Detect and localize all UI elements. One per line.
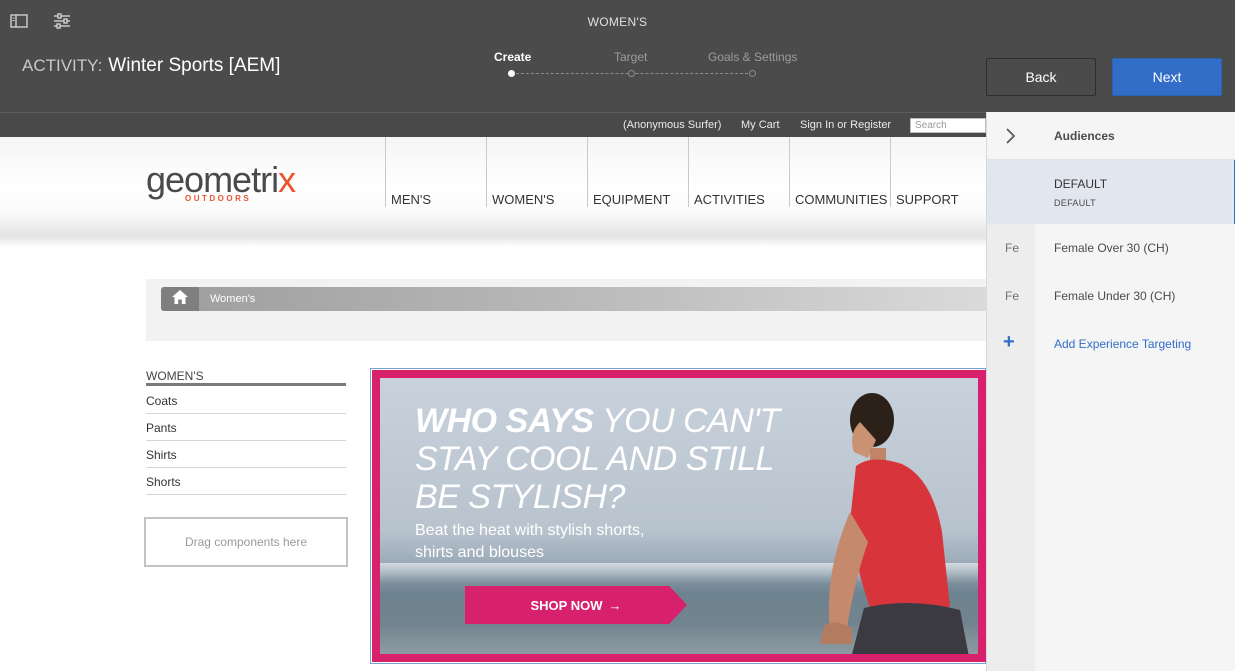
page-title: WOMEN'S <box>587 15 648 29</box>
anonymous-surfer-link[interactable]: (Anonymous Surfer) <box>623 119 721 131</box>
nav-support-label: SUPPORT <box>896 192 959 207</box>
nav-activities-label: ACTIVITIES <box>694 192 765 207</box>
audience-default-experience: DEFAULT <box>1054 198 1096 208</box>
home-icon <box>172 289 188 309</box>
nav-activities[interactable]: ACTIVITIES <box>688 137 789 207</box>
hero-banner[interactable]: WHO SAYS YOU CAN'T STAY COOL AND STILL B… <box>372 370 986 662</box>
activity-title: ACTIVITY: Winter Sports [AEM] <box>22 55 280 77</box>
hero-headline-line3: BE STYLISH? <box>415 478 625 516</box>
geometrixx-logo[interactable]: geometrix OUTDOORS <box>146 159 296 204</box>
breadcrumb <box>161 287 986 311</box>
chevron-right-icon[interactable] <box>1005 126 1017 151</box>
nav-communities[interactable]: COMMUNITIES <box>789 137 890 207</box>
step-goals-settings[interactable]: Goals & Settings <box>708 50 797 64</box>
hero-headline-bold: WHO SAYS <box>415 402 594 440</box>
sidenav-item-coats[interactable]: Coats <box>146 387 346 414</box>
audience-abbr: Fe <box>1005 289 1020 303</box>
audiences-header[interactable]: Audiences <box>987 112 1235 160</box>
nav-mens-label: MEN'S <box>391 192 432 207</box>
audience-default[interactable]: DEFAULT DEFAULT <box>987 160 1235 224</box>
arrow-right-icon: → <box>608 597 622 613</box>
add-experience-targeting[interactable]: + Add Experience Targeting <box>987 320 1235 368</box>
logo-x: x <box>278 159 296 200</box>
hero-headline-line2: STAY COOL AND STILL <box>415 440 774 478</box>
audience-name: Female Under 30 (CH) <box>1054 289 1176 303</box>
shop-now-button[interactable]: SHOP NOW → <box>465 586 687 624</box>
woman-sitting-image <box>820 393 969 654</box>
breadcrumb-current[interactable]: Women's <box>210 293 255 305</box>
site-search-input[interactable] <box>910 118 986 133</box>
hero-headline-rest: YOU CAN'T <box>593 402 780 440</box>
next-button[interactable]: Next <box>1112 58 1222 96</box>
logo-tagline: OUTDOORS <box>185 194 252 203</box>
sidenav-item-shirts[interactable]: Shirts <box>146 441 346 468</box>
activity-name: Winter Sports [AEM] <box>108 55 281 76</box>
nav-mens[interactable]: MEN'S <box>385 137 486 207</box>
activity-label: ACTIVITY: <box>22 56 103 75</box>
shop-now-label: SHOP NOW <box>530 597 603 613</box>
my-cart-link[interactable]: My Cart <box>741 119 780 131</box>
sidenav-item-shorts[interactable]: Shorts <box>146 468 346 495</box>
audience-female-over-30[interactable]: Fe Female Over 30 (CH) <box>987 224 1235 272</box>
audience-name: Female Over 30 (CH) <box>1054 241 1169 255</box>
audiences-title: Audiences <box>1054 129 1115 143</box>
step-dot-target <box>628 70 635 77</box>
nav-communities-label: COMMUNITIES <box>795 192 888 207</box>
add-experience-targeting-label: Add Experience Targeting <box>1054 337 1192 351</box>
step-dot-goals <box>749 70 756 77</box>
audiences-panel: Audiences DEFAULT DEFAULT Fe Female Over… <box>986 112 1235 671</box>
step-create[interactable]: Create <box>494 50 531 64</box>
editor-toolbar: WOMEN'S ACTIVITY: Winter Sports [AEM] Cre… <box>0 0 1235 112</box>
step-dot-create <box>508 70 515 77</box>
step-target[interactable]: Target <box>614 50 647 64</box>
sidenav-item-pants[interactable]: Pants <box>146 414 346 441</box>
component-drop-zone[interactable]: Drag components here <box>144 517 348 567</box>
nav-equipment[interactable]: EQUIPMENT <box>587 137 688 207</box>
sign-in-link[interactable]: Sign In or Register <box>800 119 891 131</box>
sidenav-title: WOMEN'S <box>146 369 346 386</box>
audience-female-under-30[interactable]: Fe Female Under 30 (CH) <box>987 272 1235 320</box>
site-utility-bar: (Anonymous Surfer) My Cart Sign In or Re… <box>0 112 986 137</box>
back-button[interactable]: Back <box>986 58 1096 96</box>
hero-subtext: Beat the heat with stylish shorts, shirt… <box>415 522 645 561</box>
hero-headline: WHO SAYS YOU CAN'T STAY COOL AND STILL B… <box>415 402 780 516</box>
breadcrumb-home[interactable] <box>161 287 199 311</box>
audience-abbr: Fe <box>1005 241 1020 255</box>
plus-icon: + <box>1003 331 1015 353</box>
nav-equipment-label: EQUIPMENT <box>593 192 671 207</box>
audience-default-name: DEFAULT <box>1054 177 1108 191</box>
nav-womens-label: WOMEN'S <box>492 192 555 207</box>
nav-womens[interactable]: WOMEN'S <box>486 137 587 207</box>
nav-support[interactable]: SUPPORT <box>890 137 986 207</box>
